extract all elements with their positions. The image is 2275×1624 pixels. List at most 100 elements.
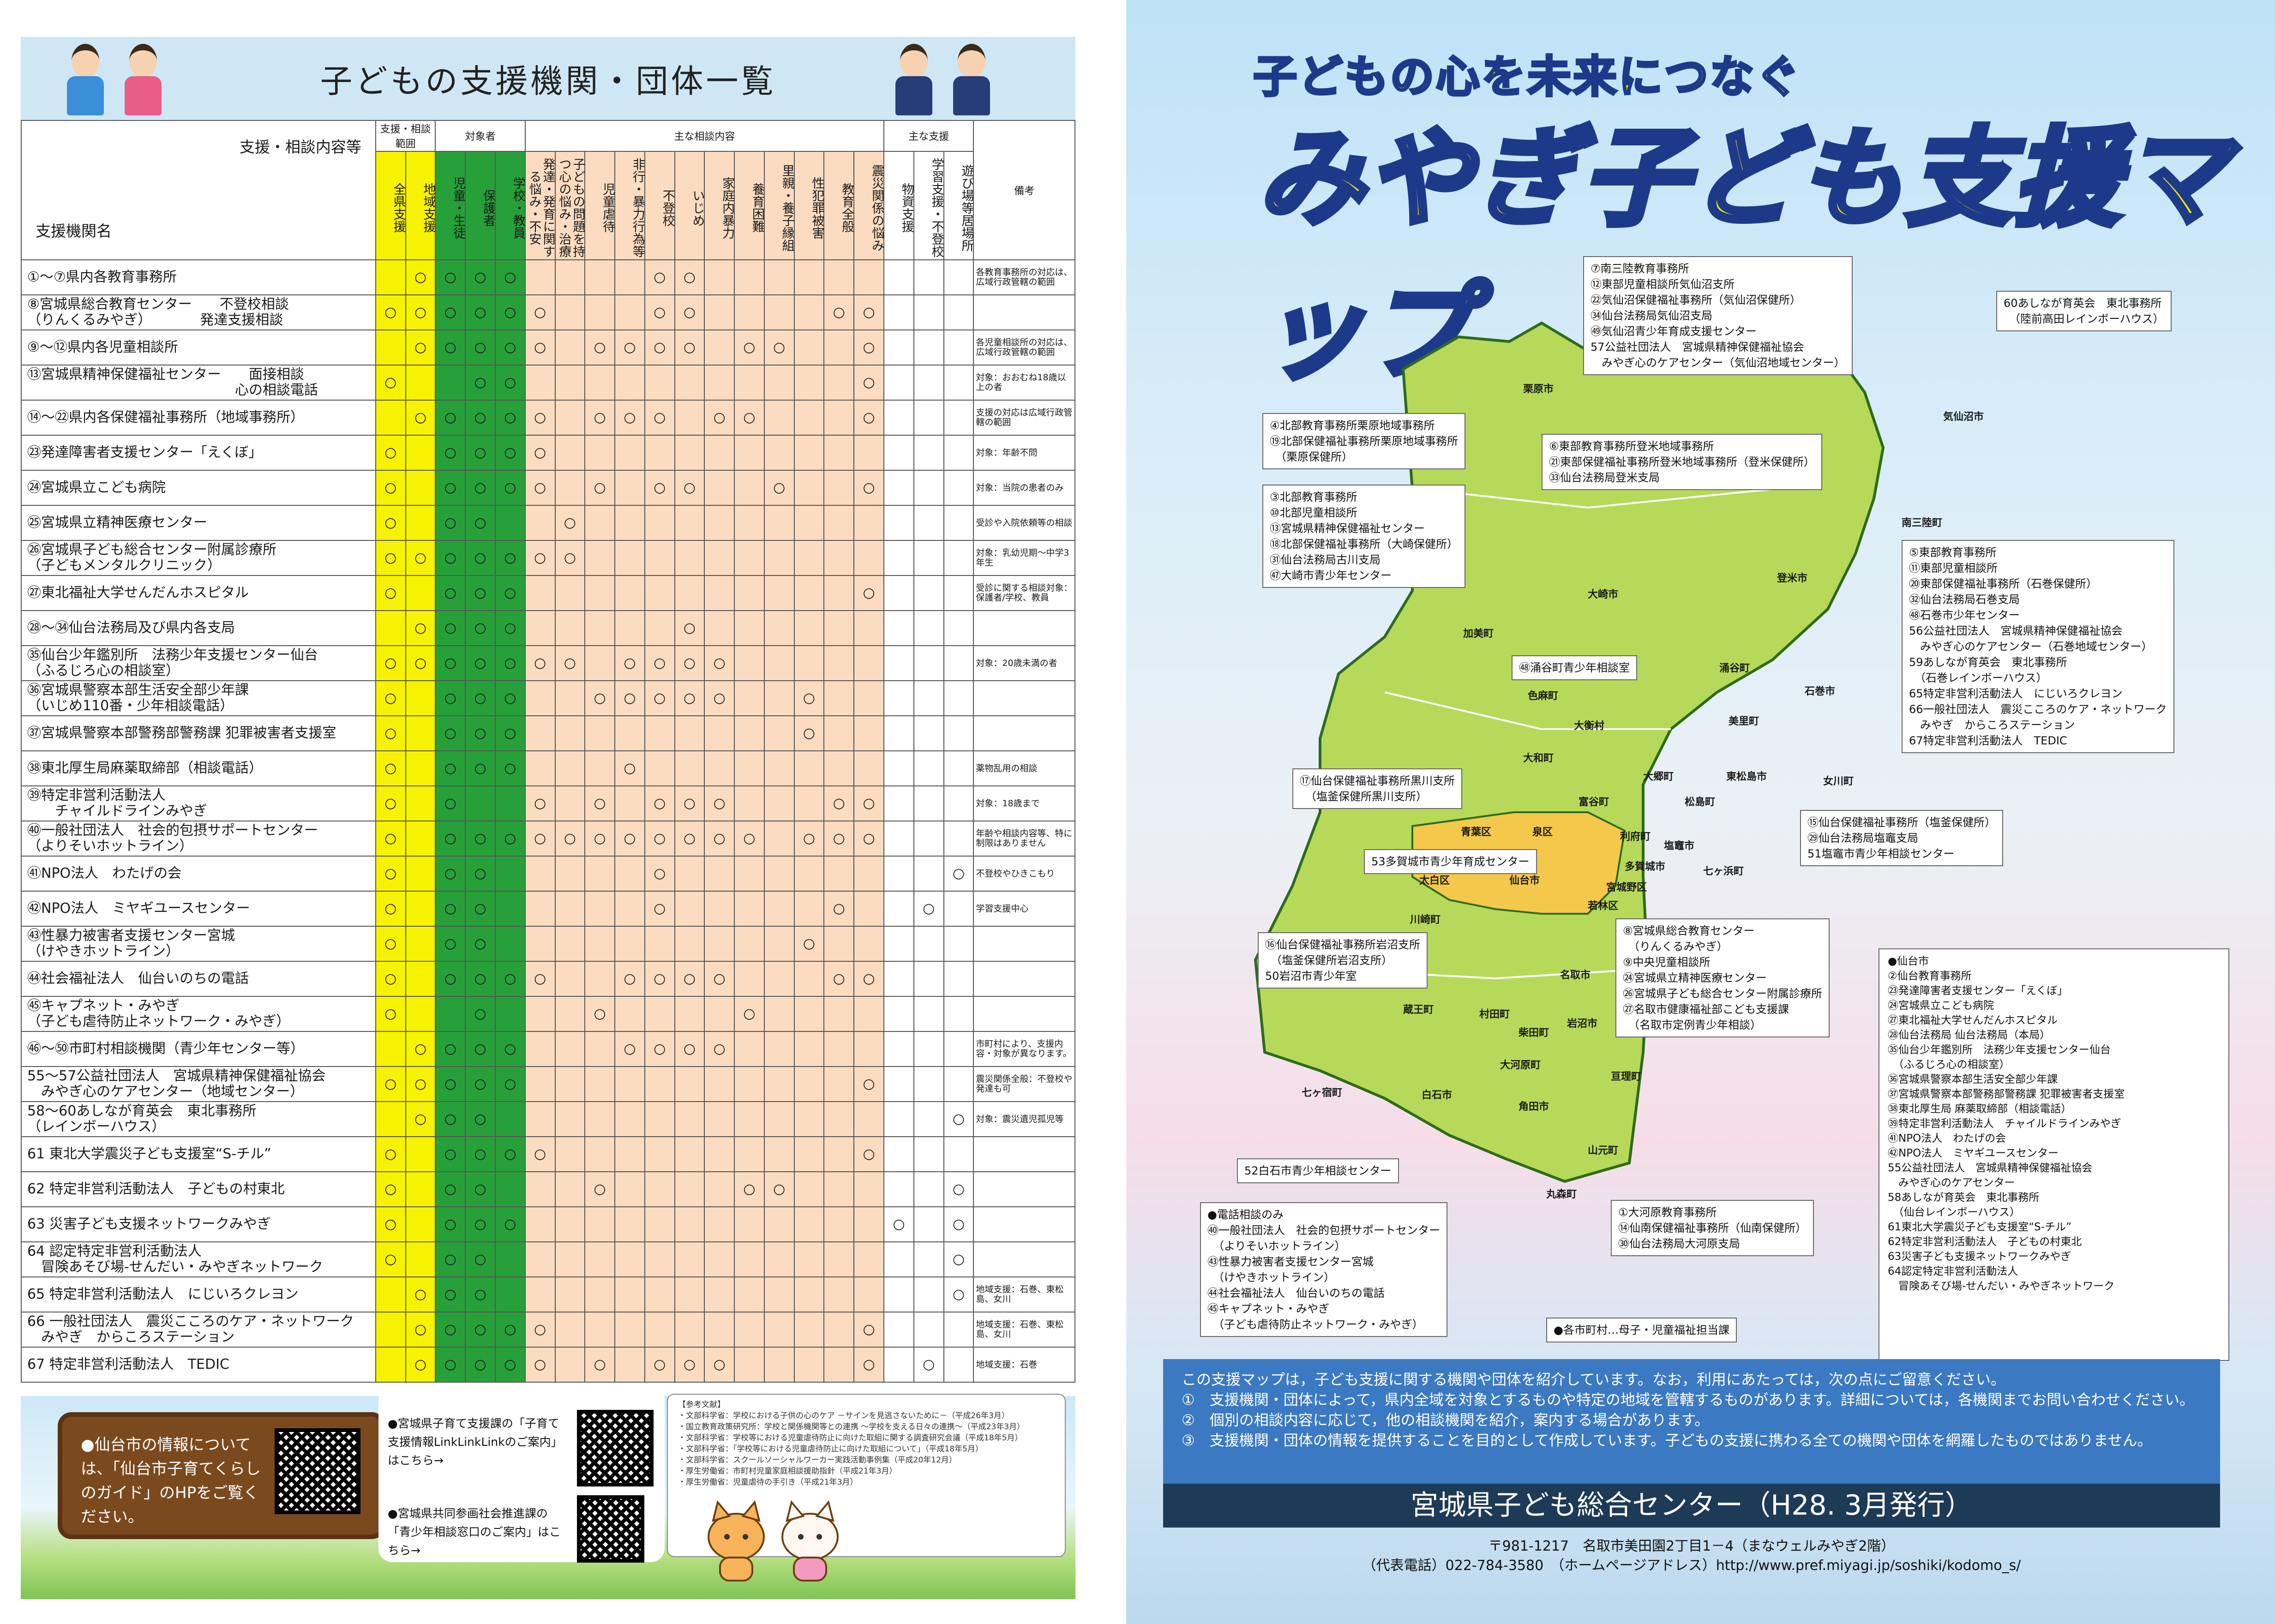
- support-mark: [614, 1276, 645, 1312]
- support-mark: [883, 680, 914, 716]
- support-mark: ○: [614, 750, 645, 786]
- support-mark: [554, 1312, 586, 1348]
- table-corner: 支援・相談内容等 支援機関名: [21, 120, 376, 260]
- support-mark: [584, 1312, 616, 1348]
- support-mark: [674, 856, 705, 892]
- support-mark: ○: [465, 926, 496, 962]
- municipality-label: 松島町: [1685, 797, 1716, 808]
- support-mark: ○: [584, 1171, 616, 1207]
- table-row: 55～57公益社団法人 宮城県精神保健福祉協会 みやぎ心のケアセンター（地域セン…: [21, 1066, 1075, 1102]
- agency-name: ①～⑦県内各教育事務所: [21, 259, 376, 295]
- agency-name: 55～57公益社団法人 宮城県精神保健福祉協会 みやぎ心のケアセンター（地域セン…: [21, 1066, 376, 1102]
- support-mark: [405, 856, 436, 892]
- municipality-label: 大和町: [1523, 753, 1554, 764]
- support-mark: [614, 435, 645, 471]
- support-mark: [913, 856, 944, 892]
- support-mark: ○: [405, 1031, 436, 1067]
- support-mark: [524, 365, 556, 401]
- column-header: 全県支援: [375, 150, 406, 261]
- support-mark: ○: [584, 821, 616, 857]
- kosodate-qr-code[interactable]: [577, 1410, 654, 1486]
- table-row: 62 特定非営利活動法人 子どもの村東北 ○ ○ ○ ○ ○ ○ ○: [21, 1171, 1075, 1207]
- publisher-address: 〒981-1217 名取市美田園2丁目1－4（まなウェルみやぎ2階） （代表電話…: [1163, 1537, 2220, 1576]
- support-mark: [704, 435, 735, 471]
- table-row: 63 災害子ども支援ネットワークみやぎ ○ ○ ○ ○ ○ ○: [21, 1206, 1075, 1242]
- agency-name: 63 災害子ども支援ネットワークみやぎ: [21, 1206, 376, 1242]
- support-mark: [524, 1101, 556, 1137]
- municipality-label: 大崎市: [1588, 589, 1619, 600]
- column-header: 学校・教員: [494, 150, 526, 261]
- support-mark: [853, 996, 885, 1032]
- municipality-label: 南三陸町: [1902, 517, 1943, 529]
- support-mark: [375, 610, 406, 646]
- support-mark: ○: [494, 1031, 526, 1067]
- support-mark: [554, 259, 586, 295]
- support-mark: [734, 645, 765, 681]
- support-mark: [943, 575, 974, 611]
- column-header: 震災関係の悩み: [853, 150, 885, 261]
- agency-name: 62 特定非営利活動法人 子どもの村東北: [21, 1171, 376, 1207]
- support-mark: [823, 400, 855, 436]
- support-mark: [823, 1241, 855, 1277]
- youth-qr-code[interactable]: [577, 1495, 644, 1563]
- support-mark: [614, 259, 645, 295]
- support-mark: [554, 400, 586, 436]
- agency-note: [973, 961, 1075, 997]
- support-mark: [943, 610, 974, 646]
- support-mark: [823, 1031, 855, 1067]
- support-mark: [614, 856, 645, 892]
- support-mark: [793, 330, 825, 366]
- support-mark: [853, 540, 885, 576]
- support-mark: [734, 785, 765, 821]
- support-mark: [793, 435, 825, 471]
- support-mark: [614, 1347, 645, 1383]
- support-mark: [913, 680, 944, 716]
- agency-callout: 60あしなが育英会 東北事務所 （陸前高田レインボーハウス）: [1996, 291, 2172, 331]
- support-mark: [913, 470, 944, 506]
- support-mark: [793, 470, 825, 506]
- table-row: 67 特定非営利活動法人 TEDIC ○ ○ ○ ○ ○ ○ ○ ○ ○ ○ ○ 地域支援：石巻: [21, 1347, 1075, 1383]
- support-mark: ○: [435, 470, 466, 506]
- support-mark: ○: [614, 330, 645, 366]
- support-mark: ○: [375, 470, 406, 506]
- support-mark: ○: [524, 1312, 556, 1348]
- support-mark: [494, 1276, 526, 1312]
- support-mark: [823, 505, 855, 541]
- support-mark: [943, 750, 974, 786]
- support-mark: [584, 1136, 616, 1172]
- column-header: 子どもの問題を持つ心の悩み・治療: [554, 150, 586, 261]
- student-boy-illustration: [891, 44, 937, 118]
- support-mark: [943, 1347, 974, 1383]
- support-mark: [853, 891, 885, 927]
- support-mark: [644, 1312, 675, 1348]
- municipality-label: 加美町: [1463, 628, 1494, 640]
- support-mark: [734, 1206, 765, 1242]
- support-mark: [674, 540, 705, 576]
- support-mark: [584, 891, 616, 927]
- agency-callout: ①大河原教育事務所 ⑭仙南保健福祉事務所（仙南保健所） ㉚仙台法務局大河原支局: [1611, 1200, 1814, 1256]
- support-mark: [943, 821, 974, 857]
- support-mark: [494, 1171, 526, 1207]
- support-mark: ○: [823, 294, 855, 330]
- support-mark: ○: [435, 750, 466, 786]
- support-mark: [524, 680, 556, 716]
- support-mark: ○: [644, 821, 675, 857]
- support-mark: [524, 856, 556, 892]
- support-mark: [524, 1171, 556, 1207]
- youth-info-text: ●宮城県共同参画社会推進課の「青少年相談窓口のご案内」はこちら→: [388, 1507, 561, 1557]
- support-mark: [763, 365, 795, 401]
- support-mark: ○: [435, 891, 466, 927]
- municipality-label: 気仙沼市: [1943, 411, 1984, 423]
- support-mark: [763, 1066, 795, 1102]
- agency-name: 58～60あしなが育英会 東北事務所 （レインボーハウス）: [21, 1101, 376, 1137]
- support-mark: [943, 400, 974, 436]
- sendai-qr-code[interactable]: [275, 1428, 360, 1514]
- support-mark: ○: [793, 680, 825, 716]
- support-mark: ○: [494, 645, 526, 681]
- support-mark: [584, 610, 616, 646]
- support-mark: [734, 610, 765, 646]
- support-mark: [793, 540, 825, 576]
- support-mark: [883, 1312, 914, 1348]
- support-mark: [674, 996, 705, 1032]
- left-page: 子どもの支援機関・団体一覧 支援・相談内容等 支援機関名 支援・相談範囲 対象者 主な相…: [0, 0, 1126, 1624]
